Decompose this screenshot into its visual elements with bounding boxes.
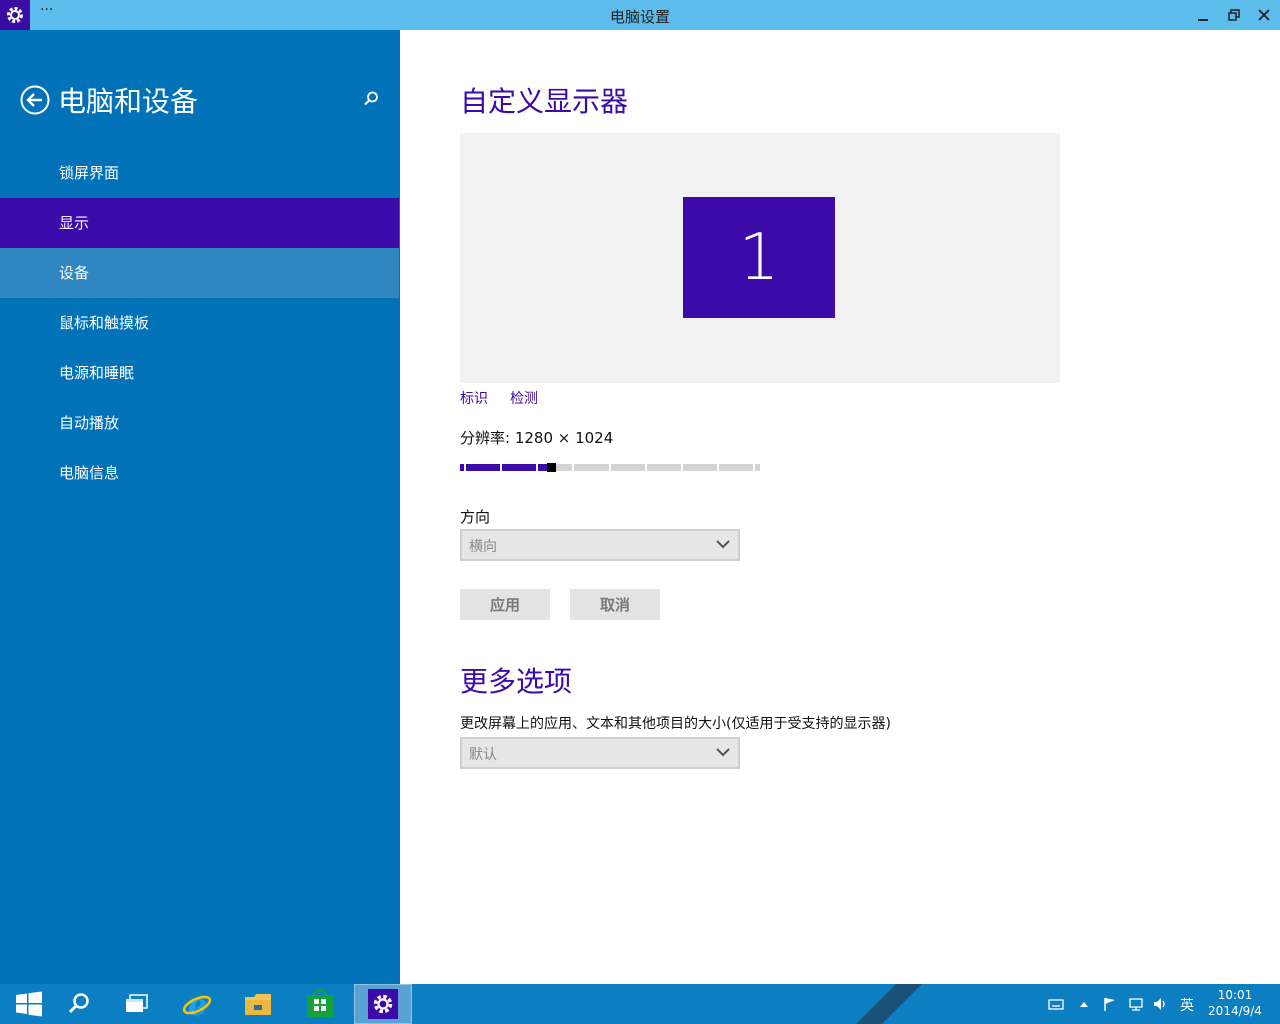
network-icon[interactable]: [1128, 996, 1144, 1012]
chevron-down-icon: [716, 748, 730, 757]
minimize-icon: [1198, 19, 1208, 21]
main-content: 自定义显示器 1 标识 检测 分辨率: 1280 × 1024 方向 横向 应用…: [400, 30, 1280, 984]
detect-link[interactable]: 检测: [510, 388, 538, 408]
chevron-up-icon[interactable]: [1076, 996, 1092, 1012]
slider-tick: [500, 464, 502, 471]
volume-icon[interactable]: [1152, 996, 1168, 1012]
more-options-heading: 更多选项: [460, 665, 573, 698]
task-view-button[interactable]: [108, 984, 166, 1024]
task-view-icon: [126, 994, 148, 1012]
taskbar-ie-button[interactable]: e: [168, 984, 226, 1024]
orientation-dropdown[interactable]: 横向: [460, 529, 740, 561]
sidebar: 电脑和设备 锁屏界面 显示 设备 鼠标和触摸板 电源和睡眠 自动播放 电脑信息: [0, 30, 400, 984]
taskbar: e 英 10:01 2014/9/4: [0, 984, 1280, 1024]
sidebar-item-pc-info[interactable]: 电脑信息: [0, 448, 399, 498]
page-title: 自定义显示器: [460, 85, 629, 118]
clock[interactable]: 10:01 2014/9/4: [1205, 987, 1265, 1019]
taskbar-decoration: [856, 984, 922, 1024]
search-button[interactable]: [362, 90, 380, 108]
close-button[interactable]: [1248, 0, 1280, 30]
display-preview: 1: [460, 133, 1060, 383]
close-icon: [1258, 9, 1270, 21]
taskbar-explorer-button[interactable]: [229, 984, 287, 1024]
minimize-button[interactable]: [1187, 0, 1219, 30]
title-bar: ··· 电脑设置: [0, 0, 1280, 30]
taskbar-settings-button[interactable]: [354, 984, 412, 1024]
orientation-value: 横向: [469, 539, 497, 555]
keyboard-icon[interactable]: [1048, 996, 1064, 1012]
clock-time: 10:01: [1217, 988, 1253, 1002]
slider-fill: [460, 464, 556, 471]
flag-icon[interactable]: [1102, 996, 1118, 1012]
cancel-button[interactable]: 取消: [570, 589, 660, 620]
window-title: 电脑设置: [609, 8, 670, 26]
sidebar-item-display[interactable]: 显示: [0, 198, 399, 248]
restore-icon: [1228, 9, 1240, 21]
slider-tick: [464, 464, 466, 471]
sidebar-item-power-sleep[interactable]: 电源和睡眠: [0, 348, 399, 398]
slider-tick: [609, 464, 611, 471]
back-button[interactable]: [20, 85, 50, 115]
sidebar-title: 电脑和设备: [58, 85, 199, 118]
folder-icon: [245, 994, 271, 1015]
sidebar-item-autoplay[interactable]: 自动播放: [0, 398, 399, 448]
slider-tick: [536, 464, 538, 471]
resolution-slider[interactable]: [460, 461, 760, 473]
size-description: 更改屏幕上的应用、文本和其他项目的大小(仅适用于受支持的显示器): [460, 716, 891, 732]
internet-explorer-icon: e: [182, 988, 212, 1020]
apply-button[interactable]: 应用: [460, 589, 550, 620]
restore-button[interactable]: [1218, 0, 1250, 30]
sidebar-nav: 锁屏界面 显示 设备 鼠标和触摸板 电源和睡眠 自动播放 电脑信息: [0, 148, 399, 498]
slider-tick: [717, 464, 719, 471]
taskbar-store-button[interactable]: [291, 984, 349, 1024]
sidebar-item-devices[interactable]: 设备: [0, 248, 399, 298]
slider-tick: [681, 464, 683, 471]
sidebar-item-lock-screen[interactable]: 锁屏界面: [0, 148, 399, 198]
clock-date: 2014/9/4: [1208, 1004, 1262, 1018]
svg-text:e: e: [188, 988, 207, 1020]
orientation-label: 方向: [460, 508, 491, 526]
slider-tick: [645, 464, 647, 471]
gear-icon: [373, 994, 393, 1014]
identify-link[interactable]: 标识: [460, 388, 488, 408]
ime-indicator[interactable]: 英: [1180, 995, 1194, 1015]
monitor-tile[interactable]: 1: [683, 197, 835, 318]
resolution-label: 分辨率: 1280 × 1024: [460, 429, 614, 447]
size-dropdown[interactable]: 默认: [460, 737, 740, 769]
taskbar-search-button[interactable]: [50, 984, 108, 1024]
search-icon: [364, 91, 378, 106]
windows-logo-icon: [16, 991, 42, 1017]
store-icon: [307, 989, 333, 1017]
settings-tile: [368, 989, 398, 1019]
chevron-down-icon: [716, 540, 730, 549]
slider-tick: [572, 464, 574, 471]
slider-tick: [753, 464, 755, 471]
search-icon: [68, 993, 89, 1014]
size-value: 默认: [469, 747, 497, 763]
sidebar-item-mouse-touchpad[interactable]: 鼠标和触摸板: [0, 298, 399, 348]
back-arrow-icon: [20, 85, 50, 115]
slider-thumb[interactable]: [547, 463, 556, 472]
